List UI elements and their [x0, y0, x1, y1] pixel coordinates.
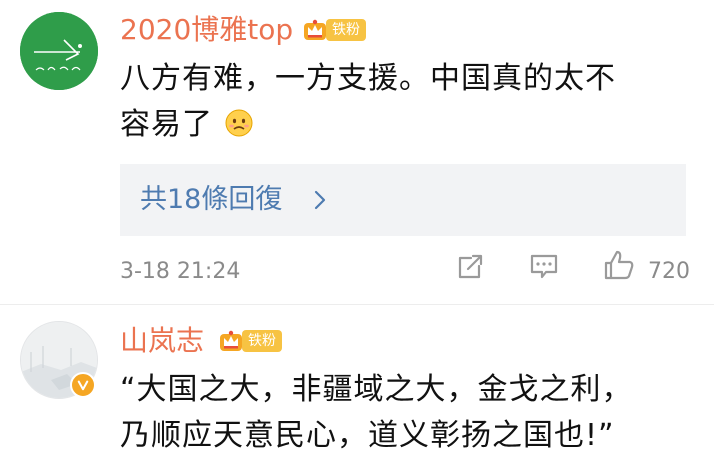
- comment-item: 山岚志 铁粉 “大国之大，非疆域之大，金戈之利， 乃顺应天意民心，道义彰扬之国也…: [0, 305, 714, 473]
- fan-tag-label: 铁粉: [326, 19, 366, 41]
- sad-face-emoji-icon: [225, 109, 253, 137]
- replies-box[interactable]: 共18條回復: [120, 164, 686, 236]
- like-count: 720: [648, 259, 690, 284]
- chevron-right-icon: [314, 190, 326, 210]
- comment-text-line: 容易了: [120, 102, 690, 148]
- comment-text-line: 八方有难，一方支援。中国真的太不: [120, 61, 616, 96]
- avatar[interactable]: [20, 12, 98, 90]
- fan-tag-label: 铁粉: [242, 330, 282, 352]
- comment-time: 3-18 21:24: [120, 259, 241, 284]
- username[interactable]: 2020博雅top: [120, 12, 293, 48]
- comment-item: 2020博雅top 铁粉 八方有难，一方支援。中国真的太不 容易了 共18條回復: [0, 0, 714, 304]
- comment-text-segment: 容易了: [120, 107, 213, 142]
- comment-text: 八方有难，一方支援。中国真的太不 容易了: [120, 56, 690, 148]
- avatar-image: [20, 12, 98, 90]
- fan-badge: 铁粉: [218, 328, 282, 354]
- share-icon[interactable]: [454, 250, 486, 282]
- comment-icon[interactable]: [528, 250, 560, 282]
- thumbs-up-icon[interactable]: [602, 248, 636, 282]
- replies-link[interactable]: 共18條回復: [140, 182, 282, 218]
- username[interactable]: 山岚志: [120, 323, 204, 359]
- fan-badge: 铁粉: [302, 17, 366, 43]
- verified-badge-icon: [70, 372, 96, 398]
- comment-text-line: “大国之大，非疆域之大，金戈之利，: [120, 372, 633, 407]
- comment-text: “大国之大，非疆域之大，金戈之利， 乃顺应天意民心，道义彰扬之国也!”: [120, 367, 690, 459]
- comment-text-line: 乃顺应天意民心，道义彰扬之国也!”: [120, 418, 615, 453]
